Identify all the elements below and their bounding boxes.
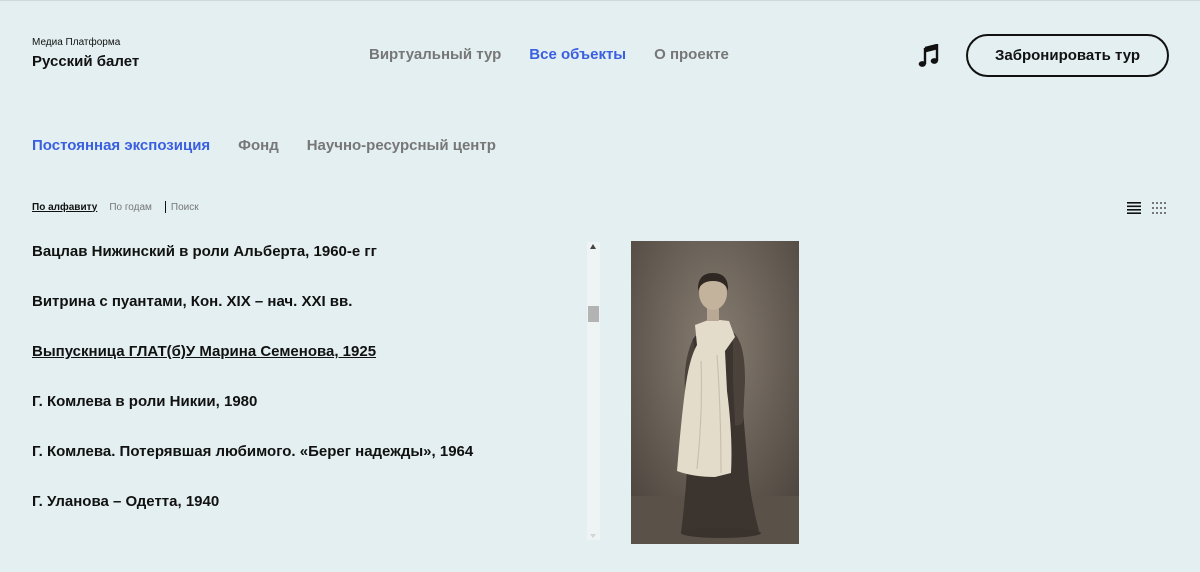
view-toggle [1127,201,1166,214]
sort-by-alphabet[interactable]: По алфавиту [32,202,97,213]
list-item[interactable]: Витрина с пуантами, Кон. XIX – нач. XXI … [32,291,572,341]
scroll-up-arrow-icon[interactable] [590,244,596,249]
page: Медиа Платформа Русский балет Виртуальны… [0,0,1200,572]
book-tour-button[interactable]: Забронировать тур [966,34,1169,77]
nav-virtual-tour[interactable]: Виртуальный тур [369,46,501,63]
object-photo [631,241,799,544]
tab-research-center[interactable]: Научно-ресурсный центр [307,137,496,154]
brand-logo[interactable]: Медиа Платформа Русский балет [32,37,139,70]
list-scrollbar[interactable] [587,242,600,540]
search-separator [164,201,166,213]
brand-subtitle: Медиа Платформа [32,37,121,48]
section-tabs: Постоянная экспозиция Фонд Научно-ресурс… [32,137,496,154]
scroll-thumb[interactable] [588,306,599,322]
brand-title: Русский балет [32,53,140,70]
list-view-icon[interactable] [1127,201,1141,214]
list-item[interactable]: Выпускница ГЛАТ(б)У Марина Семенова, 192… [32,341,572,391]
search-link[interactable]: Поиск [171,202,199,213]
sort-by-years[interactable]: По годам [109,202,152,213]
main-nav: Виртуальный тур Все объекты О проекте [369,46,729,63]
tab-permanent-exhibition[interactable]: Постоянная экспозиция [32,137,210,154]
sort-bar: По алфавиту По годам Поиск [32,201,199,213]
tab-fund[interactable]: Фонд [238,137,279,154]
list-item[interactable]: Г. Комлева в роли Никии, 1980 [32,391,572,441]
list-item[interactable]: Г. Уланова – Одетта, 1940 [32,491,572,541]
scroll-down-arrow-icon[interactable] [590,534,596,538]
list-item[interactable]: Вацлав Нижинский в роли Альберта, 1960-е… [32,241,572,291]
music-note-icon[interactable] [918,43,940,68]
nav-about[interactable]: О проекте [654,46,729,63]
grid-view-icon[interactable] [1152,201,1166,214]
list-item[interactable]: Г. Комлева. Потерявшая любимого. «Берег … [32,441,572,491]
objects-list: Вацлав Нижинский в роли Альберта, 1960-е… [32,241,572,541]
nav-all-objects[interactable]: Все объекты [529,46,626,63]
